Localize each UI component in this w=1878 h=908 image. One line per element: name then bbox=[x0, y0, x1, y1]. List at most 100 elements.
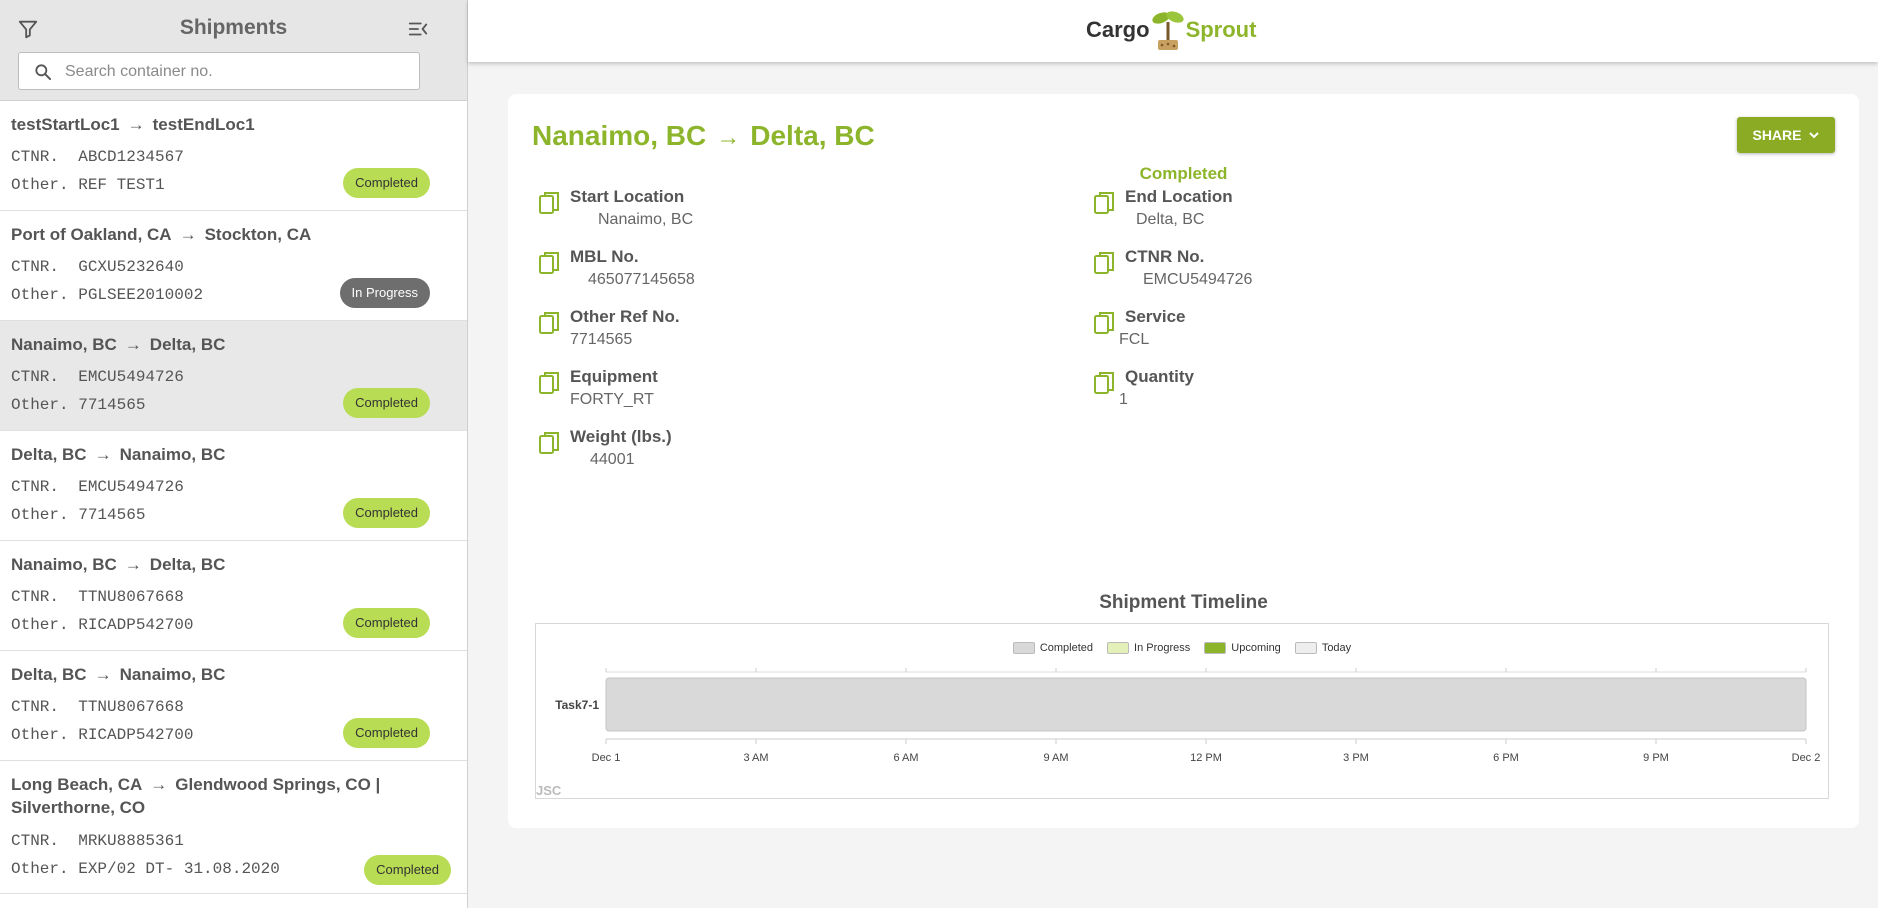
x-tick-label: Dec 2 bbox=[1792, 752, 1821, 764]
item-ctnr: CTNR. TTNU8067668 bbox=[11, 588, 184, 606]
shipment-list: testStartLoc1 → testEndLoc1 CTNR. ABCD12345… bbox=[0, 101, 467, 894]
status-badge: Completed bbox=[343, 608, 430, 638]
shipment-list-item[interactable]: Delta, BC → Nanaimo, BC CTNR. TTNU8067668 Ot… bbox=[0, 651, 467, 761]
arrow-right-icon: → bbox=[716, 124, 741, 151]
detail-field: Service FCL bbox=[1093, 307, 1493, 357]
task-bar bbox=[605, 677, 1807, 732]
item-to: Stockton, CA bbox=[204, 225, 312, 244]
item-ctnr: CTNR. EMCU5494726 bbox=[11, 478, 184, 496]
logo-word-cargo: Cargo bbox=[1086, 17, 1150, 42]
field-value: Nanaimo, BC bbox=[598, 211, 694, 228]
field-label: Other Ref No. bbox=[570, 307, 680, 326]
x-tick-label: 9 AM bbox=[1043, 752, 1068, 764]
x-tick-label: 3 AM bbox=[743, 752, 768, 764]
field-label: MBL No. bbox=[570, 247, 639, 266]
search-input[interactable] bbox=[63, 59, 407, 85]
copy-icon[interactable] bbox=[538, 430, 562, 456]
route-from: Nanaimo, BC bbox=[532, 120, 707, 151]
field-label: Start Location bbox=[570, 187, 685, 206]
status-badge: Completed bbox=[364, 855, 451, 885]
copy-icon[interactable] bbox=[1093, 250, 1117, 276]
item-to: Nanaimo, BC bbox=[119, 445, 226, 464]
detail-field: Other Ref No. 7714565 bbox=[538, 307, 938, 357]
item-other-ref: Other. RICADP542700 bbox=[11, 616, 194, 634]
timeline-svg: Dec 1 3 AM 6 AM 9 AM 12 PM 3 PM 6 PM 9 PM Dec 2 T… bbox=[555, 668, 1821, 764]
shipment-list-item[interactable]: Long Beach, CA → Glendwood Springs, CO | S… bbox=[0, 761, 467, 894]
route-to: Delta, BC bbox=[750, 120, 875, 151]
arrow-right-icon: → bbox=[94, 445, 112, 464]
copy-icon[interactable] bbox=[1093, 190, 1117, 216]
x-tick-label: 9 PM bbox=[1643, 752, 1669, 764]
detail-field: CTNR No. EMCU5494726 bbox=[1093, 247, 1493, 297]
copy-icon[interactable] bbox=[538, 250, 562, 276]
item-ctnr: CTNR. ABCD1234567 bbox=[11, 148, 184, 166]
copy-icon[interactable] bbox=[1093, 310, 1117, 336]
sidebar-header: Shipments bbox=[0, 0, 467, 101]
copy-icon[interactable] bbox=[538, 310, 562, 336]
field-value: 44001 bbox=[590, 451, 635, 468]
copy-icon[interactable] bbox=[538, 370, 562, 396]
item-to: testEndLoc1 bbox=[152, 115, 255, 134]
status-badge: Completed bbox=[343, 498, 430, 528]
status-badge: Completed bbox=[343, 718, 430, 748]
field-value: FCL bbox=[1119, 331, 1150, 348]
search-icon bbox=[35, 64, 52, 81]
field-label: End Location bbox=[1125, 187, 1233, 206]
item-from: Nanaimo, BC bbox=[11, 335, 117, 354]
item-other-ref: Other. 7714565 bbox=[11, 396, 146, 414]
shipments-sidebar: Shipments testStartLoc1 → testEndLoc1 CTNR.… bbox=[0, 0, 468, 908]
chevron-down-icon bbox=[1808, 132, 1819, 139]
sprout-icon bbox=[1151, 11, 1184, 50]
status-badge: Completed bbox=[343, 388, 430, 418]
item-ctnr: CTNR. EMCU5494726 bbox=[11, 368, 184, 386]
item-to: Nanaimo, BC bbox=[119, 665, 226, 684]
item-route: Nanaimo, BC → Delta, BC bbox=[11, 553, 437, 576]
item-from: Delta, BC bbox=[11, 665, 87, 684]
copy-icon[interactable] bbox=[538, 190, 562, 216]
item-ctnr: CTNR. GCXU5232640 bbox=[11, 258, 184, 276]
field-value: 1 bbox=[1119, 391, 1128, 408]
field-value: EMCU5494726 bbox=[1143, 271, 1253, 288]
copy-icon[interactable] bbox=[1093, 370, 1117, 396]
item-route: Nanaimo, BC → Delta, BC bbox=[11, 333, 437, 356]
arrow-right-icon: → bbox=[94, 665, 112, 684]
arrow-right-icon: → bbox=[150, 775, 168, 794]
shipment-list-item[interactable]: testStartLoc1 → testEndLoc1 CTNR. ABCD12345… bbox=[0, 101, 467, 211]
shipment-list-item[interactable]: Nanaimo, BC → Delta, BC CTNR. EMCU5494726 Ot… bbox=[0, 321, 467, 431]
x-tick-label: Dec 1 bbox=[592, 752, 621, 764]
arrow-right-icon: → bbox=[124, 555, 142, 574]
search-box bbox=[18, 52, 420, 90]
cargo-sprout-logo[interactable]: Cargo Sprout bbox=[1086, 10, 1256, 50]
item-route: Delta, BC → Nanaimo, BC bbox=[11, 443, 437, 466]
detail-field: End Location Delta, BC bbox=[1093, 187, 1493, 237]
detail-field: Start Location Nanaimo, BC bbox=[538, 187, 938, 237]
item-route: Long Beach, CA → Glendwood Springs, CO | S… bbox=[11, 773, 437, 819]
item-other-ref: Other. EXP/02 DT- 31.08.2020 bbox=[11, 860, 280, 878]
shipment-list-item[interactable]: Nanaimo, BC → Delta, BC CTNR. TTNU8067668 Ot… bbox=[0, 541, 467, 651]
top-bar: Cargo Sprout bbox=[468, 0, 1878, 62]
field-label: Quantity bbox=[1125, 367, 1194, 386]
shipment-list-item[interactable]: Delta, BC → Nanaimo, BC CTNR. EMCU5494726 Ot… bbox=[0, 431, 467, 541]
field-value: 7714565 bbox=[570, 331, 633, 348]
field-value: FORTY_RT bbox=[570, 391, 654, 408]
shipment-status: Completed bbox=[1139, 164, 1228, 183]
detail-field: Weight (lbs.) 44001 bbox=[538, 427, 938, 477]
share-button[interactable]: SHARE bbox=[1737, 117, 1835, 153]
field-label: CTNR No. bbox=[1125, 247, 1205, 266]
field-label: Service bbox=[1125, 307, 1186, 326]
shipment-detail-card: Nanaimo, BC → Delta, BC Completed SHARE St… bbox=[508, 94, 1859, 828]
item-route: Delta, BC → Nanaimo, BC bbox=[11, 663, 437, 686]
detail-field: MBL No. 465077145658 bbox=[538, 247, 938, 297]
item-other-ref: Other. 7714565 bbox=[11, 506, 146, 524]
field-label: Weight (lbs.) bbox=[570, 427, 672, 446]
x-tick-label: 6 AM bbox=[893, 752, 918, 764]
x-tick-label: 3 PM bbox=[1343, 752, 1369, 764]
item-from: Nanaimo, BC bbox=[11, 555, 117, 574]
arrow-right-icon: → bbox=[127, 115, 145, 134]
item-to: Delta, BC bbox=[149, 335, 226, 354]
collapse-menu-icon[interactable] bbox=[407, 18, 429, 40]
shipment-list-item[interactable]: Port of Oakland, CA → Stockton, CA CTNR. GC… bbox=[0, 211, 467, 321]
task-label: Task7-1 bbox=[555, 698, 599, 712]
field-label: Equipment bbox=[570, 367, 658, 386]
sidebar-title: Shipments bbox=[179, 16, 288, 39]
